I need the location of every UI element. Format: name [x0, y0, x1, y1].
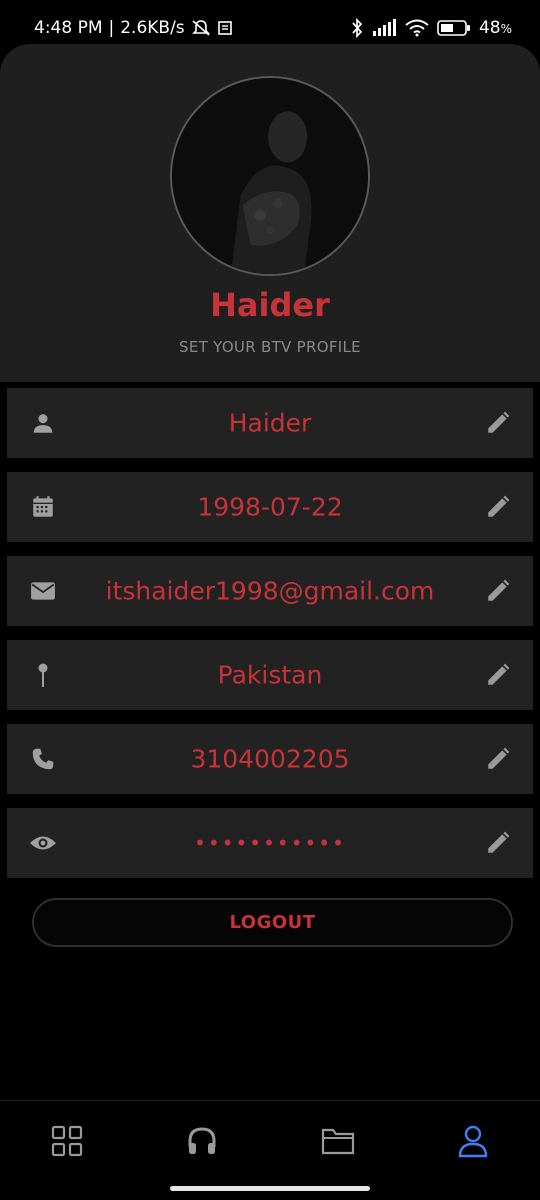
headphones-icon	[188, 1127, 216, 1154]
edit-password-button[interactable]	[483, 828, 513, 858]
eye-icon	[29, 829, 57, 857]
phone-icon	[29, 745, 57, 773]
avatar[interactable]	[170, 76, 370, 276]
notification-icon	[217, 20, 233, 36]
avatar-photo	[172, 78, 368, 274]
nav-grid[interactable]	[47, 1121, 87, 1161]
email-value: itshaider1998@gmail.com	[105, 576, 435, 606]
logout-label: LOGOUT	[229, 912, 316, 933]
nav-audio[interactable]	[182, 1121, 222, 1161]
profile-icon	[458, 1125, 488, 1158]
name-field[interactable]: Haider	[7, 388, 533, 458]
edit-phone-button[interactable]	[483, 744, 513, 774]
pin-icon	[29, 661, 57, 689]
battery-icon	[437, 19, 471, 37]
pencil-icon	[488, 495, 510, 517]
nav-profile[interactable]	[453, 1121, 493, 1161]
pencil-icon	[488, 663, 510, 685]
birthdate-value: 1998-07-22	[197, 492, 343, 522]
status-time: 4:48 PM	[34, 18, 103, 38]
phone-field[interactable]: 3104002205	[7, 724, 533, 794]
edit-birthdate-button[interactable]	[483, 492, 513, 522]
status-separator: |	[108, 18, 115, 38]
phone-value: 3104002205	[190, 744, 350, 774]
mail-icon	[29, 577, 57, 605]
pencil-icon	[488, 579, 510, 601]
pencil-icon	[488, 411, 510, 433]
pencil-icon	[488, 831, 510, 853]
bluetooth-icon	[351, 18, 363, 38]
edit-name-button[interactable]	[483, 408, 513, 438]
battery-percent: 48%	[479, 18, 512, 38]
edit-email-button[interactable]	[483, 576, 513, 606]
bottom-nav	[0, 1100, 540, 1200]
grid-icon	[51, 1125, 83, 1157]
profile-name: Haider	[210, 286, 330, 324]
country-value: Pakistan	[217, 660, 323, 690]
status-left: 4:48 PM | 2.6KB/s	[34, 18, 233, 38]
name-value: Haider	[228, 408, 312, 438]
status-network-speed: 2.6KB/s	[120, 18, 185, 38]
country-field[interactable]: Pakistan	[7, 640, 533, 710]
logout-button[interactable]: LOGOUT	[32, 898, 513, 947]
signal-icon	[371, 19, 397, 37]
pencil-icon	[488, 747, 510, 769]
email-field[interactable]: itshaider1998@gmail.com	[7, 556, 533, 626]
birthdate-field[interactable]: 1998-07-22	[7, 472, 533, 542]
battery-percent-value: 48	[478, 18, 501, 38]
battery-percent-suffix: %	[500, 22, 512, 36]
password-value: •••••••••••	[194, 831, 346, 855]
mute-icon	[191, 19, 211, 37]
person-icon	[29, 409, 57, 437]
home-indicator[interactable]	[170, 1186, 370, 1191]
profile-subtitle: SET YOUR BTV PROFILE	[179, 338, 361, 356]
wifi-icon	[405, 19, 429, 37]
calendar-icon	[29, 493, 57, 521]
status-right: 48%	[351, 18, 512, 38]
password-field[interactable]: •••••••••••	[7, 808, 533, 878]
edit-country-button[interactable]	[483, 660, 513, 690]
nav-folder[interactable]	[318, 1121, 358, 1161]
folder-icon	[321, 1128, 355, 1155]
